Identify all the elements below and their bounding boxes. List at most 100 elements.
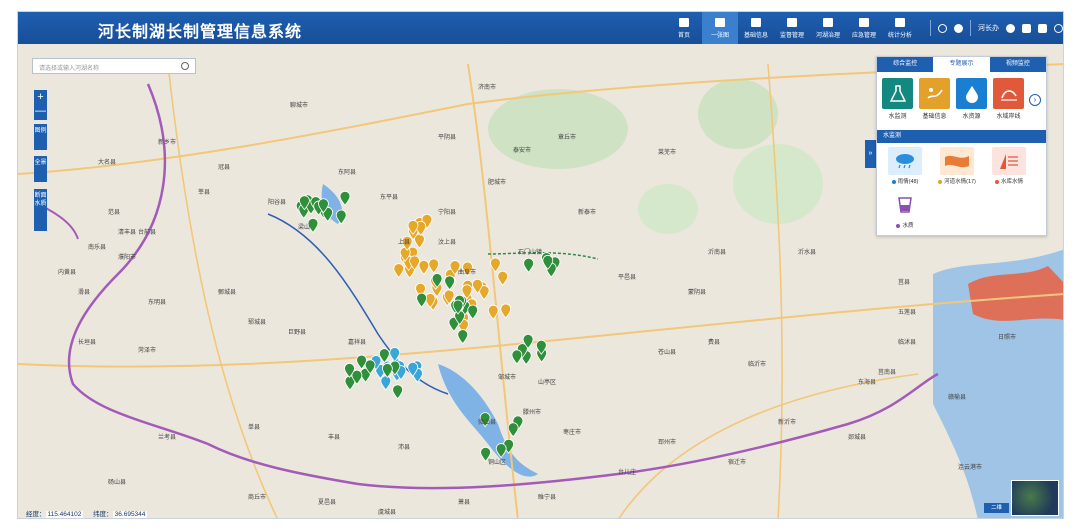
place-label: 郓城县 (248, 318, 266, 326)
map-mode-toggle[interactable]: 二维 (984, 503, 1009, 513)
place-label: 沂水县 (798, 248, 816, 256)
nav-statistics[interactable]: 统计分析 (882, 12, 918, 44)
place-label: 长垣县 (78, 338, 96, 346)
place-label: 铜山区 (488, 458, 506, 466)
nav-home[interactable]: 首页 (666, 12, 702, 44)
place-label: 范县 (108, 208, 120, 216)
tab-video-monitor[interactable]: 视频监控 (990, 57, 1046, 72)
place-label: 苍山县 (658, 348, 676, 356)
place-label: 清丰县 (118, 228, 136, 236)
nav-emergency[interactable]: 应急管理 (846, 12, 882, 44)
header-tools: 河长办 (930, 12, 1063, 44)
place-label: 新乡市 (158, 138, 176, 146)
zoom-in-button[interactable]: + (34, 90, 47, 104)
nav-label: 基础信息 (743, 32, 768, 39)
collapse-panel-button[interactable]: » (865, 140, 876, 168)
sub-label: 河道水情(17) (944, 179, 976, 185)
category-shoreline[interactable]: 水域岸线 (992, 78, 1025, 123)
place-label: 冠县 (218, 164, 230, 171)
coordinate-readout: 经度： 115.464102 纬度： 36.695344 (18, 504, 155, 518)
legend-button[interactable]: 图例 (34, 124, 47, 150)
category-basic-info[interactable]: 基础信息 (918, 78, 951, 123)
settings-icon[interactable] (1054, 23, 1063, 33)
sub-rain[interactable]: 雨情(48) (883, 147, 927, 185)
search-icon[interactable] (181, 62, 189, 70)
bell-icon[interactable] (1022, 23, 1031, 33)
place-label: 东阿县 (338, 168, 356, 176)
satellite-layer-thumbnail[interactable] (1011, 480, 1059, 516)
shield-icon (787, 17, 797, 27)
divider (930, 20, 931, 36)
nav-governance[interactable]: 河湖治理 (810, 12, 846, 44)
place-label: 上县 (398, 238, 410, 246)
bar-chart-icon (895, 17, 905, 27)
alarm-icon (859, 17, 869, 27)
subcategory-grid: 雨情(48) 河道水情(17) 水库水情 水质 (877, 143, 1046, 235)
place-label: 日照市 (998, 333, 1016, 341)
place-label: 内黄县 (58, 268, 76, 276)
nav-basic-info[interactable]: 基础信息 (738, 12, 774, 44)
place-label: 兰考县 (158, 433, 176, 441)
nav-label: 监督管理 (779, 32, 804, 39)
panel-tabs: 综合监控 专题展示 视频监控 (877, 57, 1046, 72)
status-dot (896, 223, 901, 228)
place-label: 石门山镇 (518, 248, 542, 256)
document-icon (751, 17, 761, 27)
info-icon[interactable] (1006, 23, 1015, 33)
search-icon[interactable] (938, 23, 947, 33)
zoom-out-button[interactable]: — (34, 104, 47, 118)
sub-label: 雨情(48) (897, 179, 919, 185)
category-row: 水监测 基础信息 水资源 水域岸线 › (877, 72, 1046, 128)
nav-supervision[interactable]: 监督管理 (774, 12, 810, 44)
place-label: 东明县 (148, 298, 166, 306)
lock-icon[interactable] (1038, 23, 1047, 33)
water-quality-icon (888, 191, 922, 219)
zoom-control: + — (34, 90, 47, 120)
place-label: 沛县 (398, 443, 410, 451)
lon-label: 经度： (26, 511, 46, 518)
section-quality-button[interactable]: 断面水质 (34, 189, 47, 231)
search-input[interactable]: 请选择或输入河湖名称 (32, 58, 196, 74)
factory-icon (823, 17, 833, 27)
full-view-button[interactable]: 全景 (34, 156, 47, 182)
place-label: 新泰市 (578, 208, 596, 216)
nav-map[interactable]: 一张图 (702, 12, 738, 44)
place-label: 邹城市 (498, 373, 516, 381)
place-label: 巨野县 (288, 328, 306, 336)
user-name[interactable]: 河长办 (978, 23, 999, 33)
section-title: 水监测 (877, 130, 1046, 143)
place-label: 台儿庄 (618, 468, 636, 476)
place-label: 梁山 (298, 223, 310, 231)
user-icon[interactable] (954, 23, 963, 33)
place-label: 曲阜市 (458, 268, 476, 276)
next-arrow-icon[interactable]: › (1029, 94, 1041, 106)
place-label: 泰安市 (513, 146, 531, 154)
place-label: 赣榆县 (948, 393, 966, 401)
place-label: 东海县 (858, 378, 876, 386)
place-label: 菏泽市 (138, 346, 156, 354)
category-water-monitor[interactable]: 水监测 (881, 78, 914, 123)
place-label: 聊城市 (290, 101, 308, 109)
place-label: 连云港市 (958, 463, 982, 471)
place-label: 莱芜市 (658, 148, 676, 156)
category-water-resource[interactable]: 水资源 (955, 78, 988, 123)
tab-overall-monitor[interactable]: 综合监控 (877, 57, 933, 72)
place-label: 山亭区 (538, 378, 556, 386)
place-label: 邳州市 (658, 438, 676, 446)
sub-label: 水库水情 (1000, 179, 1023, 185)
place-label: 滕州市 (523, 408, 541, 416)
place-label: 平邑县 (618, 274, 636, 281)
status-dot (994, 179, 999, 184)
sub-river-level[interactable]: 河道水情(17) (935, 147, 979, 185)
place-label: 濮阳市 (118, 253, 136, 261)
place-label: 阳谷县 (268, 198, 286, 206)
place-label: 郯城县 (848, 433, 866, 441)
river-icon (940, 147, 974, 175)
sub-reservoir-level[interactable]: 水库水情 (987, 147, 1031, 185)
sub-water-quality[interactable]: 水质 (883, 191, 927, 229)
place-label: 滑县 (78, 288, 90, 296)
tab-topic-display[interactable]: 专题展示 (933, 57, 990, 72)
home-icon (679, 17, 689, 27)
place-label: 商丘市 (248, 493, 266, 501)
place-label: 夏邑县 (318, 499, 336, 506)
